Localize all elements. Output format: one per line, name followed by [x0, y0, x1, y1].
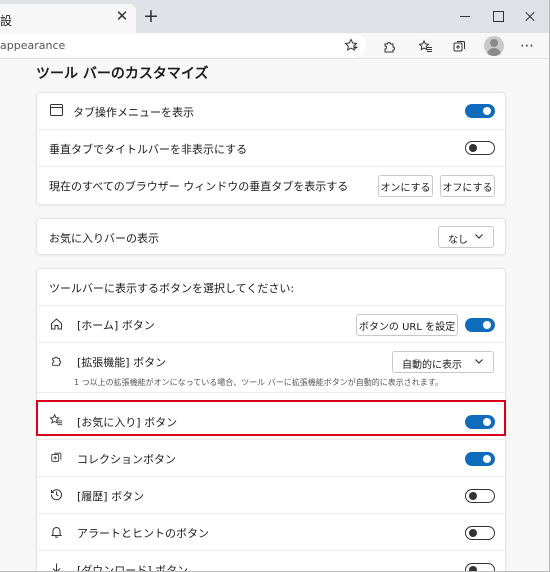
- page-title: ツール バーのカスタマイズ: [36, 66, 209, 82]
- favorites-bar-card: お気に入りバーの表示 なし: [36, 218, 506, 255]
- favorites-bar-label: お気に入りバーの表示: [49, 232, 159, 245]
- toolbar-buttons-card: ツールバーに表示するボタンを選択してください: [ホーム] ボタン ボタンの U…: [36, 268, 507, 572]
- settings-content: ツール バーのカスタマイズ タブ操作メニューを表示 垂直タブでタイトルバーを非表…: [0, 60, 549, 572]
- star-plus-icon[interactable]: [342, 36, 360, 54]
- toggle-knob: [483, 321, 491, 329]
- alerts-row: アラートとヒントのボタン: [37, 514, 507, 551]
- alerts-toggle[interactable]: [465, 526, 495, 540]
- browser-window: 設 ✕ + appearance ⋯ ツール バーのカスタマイズ タブ操作メニュ…: [0, 0, 550, 572]
- favorites-icon: [49, 413, 63, 427]
- address-bar[interactable]: appearance: [0, 34, 366, 57]
- tab-strip: 設 ✕ +: [0, 0, 549, 33]
- downloads-toggle[interactable]: [465, 563, 495, 571]
- history-row: [履歴] ボタン: [37, 477, 507, 514]
- favorites-icon[interactable]: [416, 37, 434, 55]
- url-text: appearance: [0, 39, 66, 52]
- toggle-knob: [469, 144, 477, 152]
- collections-toggle[interactable]: [465, 452, 495, 466]
- favorites-button-label: [お気に入り] ボタン: [77, 416, 178, 429]
- plus-icon[interactable]: +: [143, 7, 159, 26]
- home-label: [ホーム] ボタン: [77, 319, 155, 332]
- home-icon: [49, 316, 63, 330]
- collections-icon[interactable]: [450, 37, 468, 55]
- extensions-note: 1 つ以上の拡張機能がオンになっている場合、ツール バーに拡張機能ボタンが自動的…: [74, 378, 443, 387]
- browser-toolbar: appearance ⋯: [0, 33, 549, 59]
- download-icon: [49, 561, 63, 571]
- toggle-knob: [483, 418, 491, 426]
- tab-actions-row: タブ操作メニューを表示: [37, 93, 507, 130]
- profile-icon[interactable]: [484, 36, 504, 56]
- chevron-down-icon: [475, 234, 483, 239]
- extensions-select[interactable]: 自動的に表示: [392, 351, 494, 373]
- turn-off-button[interactable]: オフにする: [440, 175, 495, 197]
- home-toggle[interactable]: [465, 318, 495, 332]
- favorites-button-toggle[interactable]: [465, 415, 495, 429]
- collections-row: コレクションボタン: [37, 440, 507, 477]
- history-label: [履歴] ボタン: [77, 490, 145, 503]
- vertical-titlebar-toggle[interactable]: [465, 141, 495, 155]
- more-icon[interactable]: ⋯: [518, 37, 536, 55]
- favorites-bar-row: お気に入りバーの表示 なし: [37, 219, 507, 256]
- minimize-icon[interactable]: [457, 8, 473, 24]
- bell-icon: [49, 524, 63, 538]
- window-close-icon[interactable]: [522, 8, 538, 24]
- toolbar-buttons-header-row: ツールバーに表示するボタンを選択してください:: [37, 269, 507, 306]
- active-tab[interactable]: 設 ✕: [0, 4, 136, 33]
- favorites-bar-value: なし: [448, 235, 468, 246]
- tab-window-icon: [49, 103, 63, 117]
- extensions-value: 自動的に表示: [402, 360, 462, 371]
- favorites-bar-select[interactable]: なし: [438, 226, 494, 248]
- collections-icon: [49, 450, 63, 464]
- downloads-label: [ダウンロード] ボタン: [77, 564, 189, 572]
- home-row: [ホーム] ボタン ボタンの URL を設定: [37, 306, 507, 343]
- tab-actions-label: タブ操作メニューを表示: [73, 106, 194, 119]
- extensions-icon[interactable]: [380, 37, 398, 55]
- toggle-knob: [469, 492, 477, 500]
- alerts-label: アラートとヒントのボタン: [77, 527, 209, 540]
- favorites-button-row: [お気に入り] ボタン: [37, 403, 507, 440]
- maximize-icon[interactable]: [490, 8, 506, 24]
- tab-actions-toggle[interactable]: [465, 104, 495, 118]
- chevron-down-icon: [475, 359, 483, 364]
- downloads-row: [ダウンロード] ボタン: [37, 551, 507, 572]
- toggle-knob: [483, 455, 491, 463]
- history-icon: [49, 487, 63, 501]
- close-icon[interactable]: ✕: [115, 9, 129, 24]
- toolbar-buttons-header: ツールバーに表示するボタンを選択してください:: [49, 282, 295, 295]
- tab-title: 設: [0, 14, 13, 28]
- vertical-tabs-card: タブ操作メニューを表示 垂直タブでタイトルバーを非表示にする 現在のすべてのブラ…: [36, 92, 507, 205]
- toggle-knob: [469, 529, 477, 537]
- extensions-label: [拡張機能] ボタン: [77, 356, 167, 369]
- collections-label: コレクションボタン: [77, 453, 176, 466]
- set-home-url-button[interactable]: ボタンの URL を設定: [356, 314, 458, 336]
- toggle-knob: [469, 566, 477, 571]
- toggle-knob: [483, 107, 491, 115]
- vertical-titlebar-row: 垂直タブでタイトルバーを非表示にする: [37, 130, 507, 167]
- history-toggle[interactable]: [465, 489, 495, 503]
- vertical-all-row: 現在のすべてのブラウザー ウィンドウの垂直タブを表示する オンにする オフにする: [37, 167, 507, 204]
- extensions-icon: [49, 353, 63, 367]
- turn-on-button[interactable]: オンにする: [378, 175, 433, 197]
- vertical-all-label: 現在のすべてのブラウザー ウィンドウの垂直タブを表示する: [49, 180, 349, 193]
- vertical-titlebar-label: 垂直タブでタイトルバーを非表示にする: [49, 143, 248, 156]
